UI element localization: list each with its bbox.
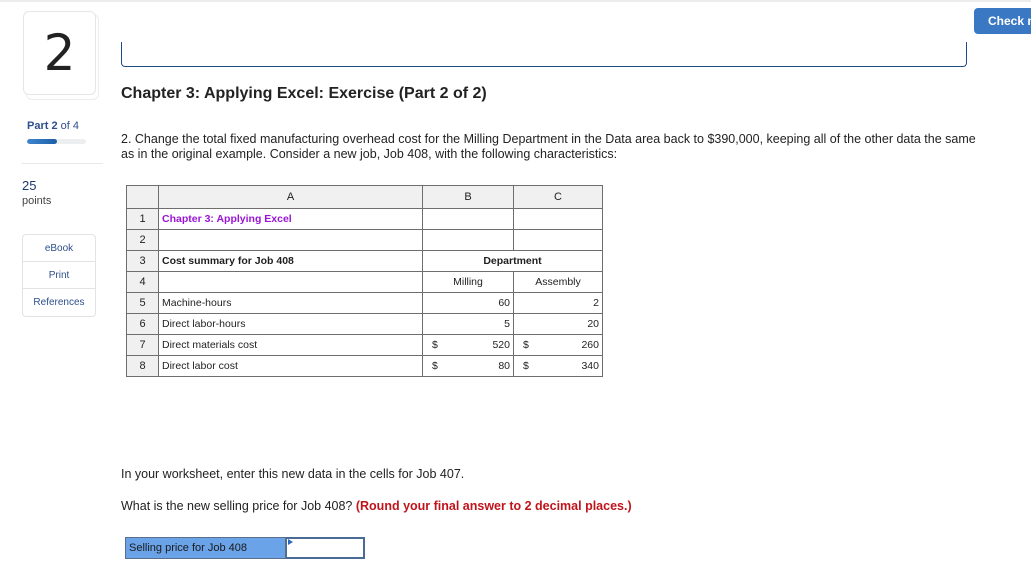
sidebar-divider	[22, 163, 103, 164]
table-row: 6 Direct labor-hours 5 20	[126, 313, 603, 335]
answer-header-box	[121, 42, 967, 67]
table-row: 5 Machine-hours 60 2	[126, 292, 603, 314]
assembly-value-cell: $260	[513, 334, 603, 356]
cell-a4	[158, 271, 423, 293]
cell-c2	[513, 229, 603, 251]
milling-value-cell: $80	[422, 355, 514, 377]
rounding-hint: (Round your final answer to 2 decimal pl…	[355, 499, 632, 513]
milling-value: 520	[492, 339, 510, 351]
table-row: 2	[126, 229, 603, 251]
row-number: 3	[126, 250, 159, 272]
references-link[interactable]: References	[23, 289, 95, 316]
column-header-a: A	[158, 185, 423, 209]
cost-summary-label: Cost summary for Job 408	[158, 250, 423, 272]
question-text: What is the new selling price for Job 40…	[121, 499, 356, 513]
currency-symbol: $	[432, 339, 438, 351]
table-row: 1 Chapter 3: Applying Excel	[126, 208, 603, 230]
spreadsheet-table: A B C 1 Chapter 3: Applying Excel 2 3 Co…	[126, 185, 603, 377]
milling-value-cell: $520	[422, 334, 514, 356]
row-number: 5	[126, 292, 159, 314]
points-value: 25	[22, 178, 37, 193]
department-header: Department	[422, 250, 603, 272]
instructions-text: 2. Change the total fixed manufacturing …	[121, 132, 976, 161]
assembly-header: Assembly	[513, 271, 603, 293]
part-total: of 4	[57, 120, 79, 132]
assembly-value: 260	[581, 339, 599, 351]
milling-value: 60	[422, 292, 514, 314]
worksheet-note: In your worksheet, enter this new data i…	[121, 467, 465, 481]
question-number: 2	[23, 11, 96, 95]
row-number: 2	[126, 229, 159, 251]
milling-value: 5	[422, 313, 514, 335]
row-number: 8	[126, 355, 159, 377]
assembly-value: 340	[581, 360, 599, 372]
question-prompt: What is the new selling price for Job 40…	[121, 499, 632, 513]
milling-value: 80	[498, 360, 510, 372]
assembly-value-cell: $340	[513, 355, 603, 377]
check-my-work-button[interactable]: Check my work	[974, 8, 1031, 34]
row-number: 4	[126, 271, 159, 293]
table-row: 8 Direct labor cost $80 $340	[126, 355, 603, 377]
print-link[interactable]: Print	[23, 262, 95, 289]
sheet-title-cell: Chapter 3: Applying Excel	[158, 208, 423, 230]
row-number: 6	[126, 313, 159, 335]
progress-fill	[27, 139, 57, 144]
cell-b1	[422, 208, 514, 230]
currency-symbol: $	[523, 360, 529, 372]
top-divider	[0, 0, 1031, 2]
ebook-link[interactable]: eBook	[23, 235, 95, 262]
assembly-value: 2	[513, 292, 603, 314]
column-header-c: C	[513, 185, 603, 209]
column-header-row: A B C	[126, 185, 603, 209]
currency-symbol: $	[523, 339, 529, 351]
row-number: 7	[126, 334, 159, 356]
corner-cell	[126, 185, 159, 209]
assembly-value: 20	[513, 313, 603, 335]
question-number-card: 2	[23, 11, 99, 100]
table-row: 7 Direct materials cost $520 $260	[126, 334, 603, 356]
answer-label: Selling price for Job 408	[125, 537, 286, 559]
answer-row: Selling price for Job 408	[125, 537, 365, 559]
answer-input-wrapper	[286, 537, 365, 559]
row-label: Machine-hours	[158, 292, 423, 314]
exercise-title: Chapter 3: Applying Excel: Exercise (Par…	[121, 85, 487, 102]
row-number: 1	[126, 208, 159, 230]
input-marker-icon	[288, 539, 293, 545]
resource-links: eBook Print References	[22, 234, 96, 317]
row-label: Direct materials cost	[158, 334, 423, 356]
selling-price-input[interactable]	[286, 537, 365, 559]
cell-c1	[513, 208, 603, 230]
points-label: points	[22, 195, 52, 207]
row-label: Direct labor cost	[158, 355, 423, 377]
table-row: 4 Milling Assembly	[126, 271, 603, 293]
row-label: Direct labor-hours	[158, 313, 423, 335]
milling-header: Milling	[422, 271, 514, 293]
cell-b2	[422, 229, 514, 251]
cell-a2	[158, 229, 423, 251]
currency-symbol: $	[432, 360, 438, 372]
part-current: Part 2	[27, 120, 58, 132]
table-row: 3 Cost summary for Job 408 Department	[126, 250, 603, 272]
column-header-b: B	[422, 185, 514, 209]
part-progress-bar	[27, 139, 86, 144]
part-indicator: Part 2 of 4	[27, 120, 79, 132]
